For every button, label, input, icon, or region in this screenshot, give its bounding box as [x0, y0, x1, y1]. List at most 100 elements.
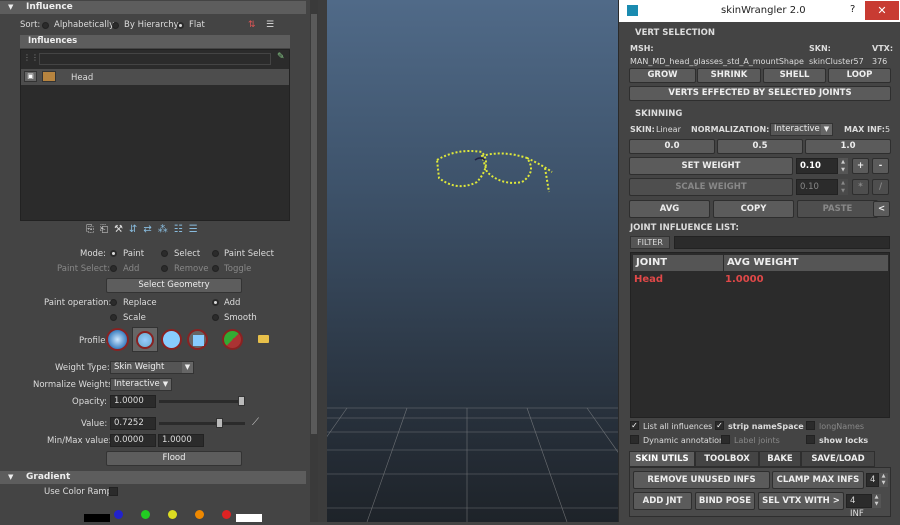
move-weights-icon[interactable]: ⇵: [129, 224, 143, 235]
op-scale-radio[interactable]: [110, 314, 117, 321]
list-options-icon[interactable]: ☰: [266, 20, 274, 30]
scale-weight-field[interactable]: 0.10: [796, 179, 838, 195]
tab-toolbox[interactable]: TOOLBOX: [695, 451, 759, 467]
paint-select-toggle-radio[interactable]: [212, 265, 219, 272]
value-slider-track[interactable]: [159, 422, 245, 425]
joint-column-header[interactable]: JOINT: [633, 255, 723, 271]
clamp-max-infs-button[interactable]: CLAMP MAX INFS: [772, 471, 864, 489]
verts-effected-button[interactable]: VERTS EFFECTED BY SELECTED JOINTS: [629, 86, 891, 101]
ramp-yellow-marker[interactable]: [168, 510, 177, 519]
select-geometry-button[interactable]: Select Geometry: [106, 278, 242, 293]
label-joints-checkbox[interactable]: [721, 435, 730, 444]
joint-influence-table[interactable]: JOINT AVG WEIGHT Head 1.0000: [630, 252, 890, 418]
tab-bake[interactable]: BAKE: [759, 451, 801, 467]
influence-row-head[interactable]: ▣ Head: [21, 69, 289, 85]
op-smooth-radio[interactable]: [212, 314, 219, 321]
remove-unused-infs-button[interactable]: REMOVE UNUSED INFS: [633, 471, 770, 489]
add-jnt-button[interactable]: ADD JNT: [633, 492, 692, 510]
grow-button[interactable]: GROW: [629, 68, 696, 83]
soft-brush-button[interactable]: [132, 327, 158, 352]
tab-skin-utils[interactable]: SKIN UTILS: [629, 451, 695, 467]
lock-icon[interactable]: ▣: [24, 71, 37, 82]
list-influences-icon[interactable]: ☰: [189, 224, 204, 235]
long-names-checkbox[interactable]: [806, 421, 815, 430]
ramp-orange-marker[interactable]: [195, 510, 204, 519]
weight-type-dropdown[interactable]: Skin Weight ▼: [110, 361, 194, 374]
show-locks-checkbox[interactable]: [806, 435, 815, 444]
panel-splitter[interactable]: [318, 0, 327, 522]
shell-button[interactable]: SHELL: [763, 68, 826, 83]
image-brush-icon[interactable]: [222, 329, 243, 350]
max-value-field[interactable]: 1.0000: [158, 434, 204, 447]
influence-color-swatch[interactable]: [42, 71, 56, 82]
pin-icon[interactable]: ✎: [277, 52, 285, 62]
folder-icon[interactable]: [258, 335, 269, 343]
weight-plus-button[interactable]: +: [852, 158, 869, 174]
value-field[interactable]: 0.7252: [110, 417, 156, 430]
paint-select-add-radio[interactable]: [110, 265, 117, 272]
preset-1-button[interactable]: 1.0: [805, 139, 891, 154]
opacity-slider-handle[interactable]: [238, 396, 245, 406]
show-influences-icon[interactable]: ⁂: [158, 224, 174, 235]
weight-hammer-icon[interactable]: ⚒: [114, 224, 129, 235]
help-button[interactable]: ?: [850, 4, 855, 15]
influences-list[interactable]: ⋮⋮ ✎ ▣ Head: [20, 49, 290, 221]
sel-vtx-with-button[interactable]: SEL VTX WITH >: [758, 492, 844, 510]
scale-divide-button[interactable]: /: [872, 179, 889, 195]
sort-toggle-icon[interactable]: ⇅: [248, 20, 256, 30]
influence-section-header[interactable]: ▼ Influence: [0, 1, 306, 14]
mode-paint-radio[interactable]: [110, 250, 117, 257]
paste-weights-icon[interactable]: ⎗: [100, 224, 114, 235]
drag-handle-icon[interactable]: ⋮⋮: [23, 53, 39, 65]
left-scrollbar-thumb[interactable]: [311, 14, 317, 434]
set-weight-button[interactable]: SET WEIGHT: [629, 157, 793, 175]
scale-weight-button[interactable]: SCALE WEIGHT: [629, 178, 793, 196]
sort-hierarchy-radio[interactable]: [112, 22, 119, 29]
opacity-field[interactable]: 1.0000: [110, 395, 156, 408]
sort-flat-radio[interactable]: [177, 22, 184, 29]
clamp-max-spinner[interactable]: ▲ ▼: [879, 473, 888, 487]
normalization-dropdown[interactable]: Interactive ▼: [770, 123, 833, 136]
scale-weight-spinner[interactable]: ▲ ▼: [838, 179, 848, 195]
normalize-weights-dropdown[interactable]: Interactive ▼: [110, 378, 172, 391]
avg-weight-column-header[interactable]: AVG WEIGHT: [724, 255, 888, 271]
set-weight-field[interactable]: 0.10: [796, 158, 838, 174]
gradient-section-header[interactable]: ▼ Gradient: [0, 471, 306, 484]
bind-pose-button[interactable]: BIND POSE: [695, 492, 755, 510]
list-all-checkbox[interactable]: ✓: [630, 421, 639, 430]
copy-weights-icon[interactable]: ⎘: [86, 224, 100, 235]
tab-save-load[interactable]: SAVE/LOAD: [801, 451, 875, 467]
mode-select-radio[interactable]: [161, 250, 168, 257]
3d-viewport[interactable]: [266, 0, 668, 523]
scale-multiply-button[interactable]: *: [852, 179, 869, 195]
value-slider-handle[interactable]: [216, 418, 224, 428]
op-replace-radio[interactable]: [110, 299, 117, 306]
table-row[interactable]: Head 1.0000: [633, 273, 888, 289]
ramp-green-marker[interactable]: [141, 510, 150, 519]
ramp-blue-marker[interactable]: [114, 510, 123, 519]
min-value-field[interactable]: 0.0000: [110, 434, 156, 447]
set-weight-spinner[interactable]: ▲ ▼: [838, 158, 848, 174]
gaussian-brush-icon[interactable]: [106, 328, 129, 351]
weight-minus-button[interactable]: -: [872, 158, 889, 174]
loop-button[interactable]: LOOP: [828, 68, 891, 83]
solid-brush-icon[interactable]: [161, 329, 182, 350]
flood-button[interactable]: Flood: [106, 451, 242, 466]
copy-button[interactable]: COPY: [713, 200, 794, 218]
inf-count-spinner[interactable]: ▲ ▼: [872, 494, 881, 508]
clamp-max-field[interactable]: 4: [866, 473, 879, 487]
influence-filter-input[interactable]: [39, 53, 271, 65]
transfer-weights-icon[interactable]: ⇄: [143, 224, 157, 235]
square-brush-button[interactable]: [187, 329, 208, 350]
paste-button[interactable]: PASTE: [797, 200, 878, 218]
shrink-button[interactable]: SHRINK: [697, 68, 761, 83]
avg-button[interactable]: AVG: [629, 200, 710, 218]
paint-select-remove-radio[interactable]: [161, 265, 168, 272]
strip-namespace-checkbox[interactable]: ✓: [715, 421, 724, 430]
inf-count-field[interactable]: 4 INF: [846, 494, 872, 519]
use-color-ramp-checkbox[interactable]: [109, 487, 118, 496]
close-button[interactable]: ✕: [865, 1, 899, 20]
mode-paint-select-radio[interactable]: [212, 250, 219, 257]
sort-alpha-radio[interactable]: [42, 22, 49, 29]
filter-input[interactable]: [674, 236, 890, 249]
